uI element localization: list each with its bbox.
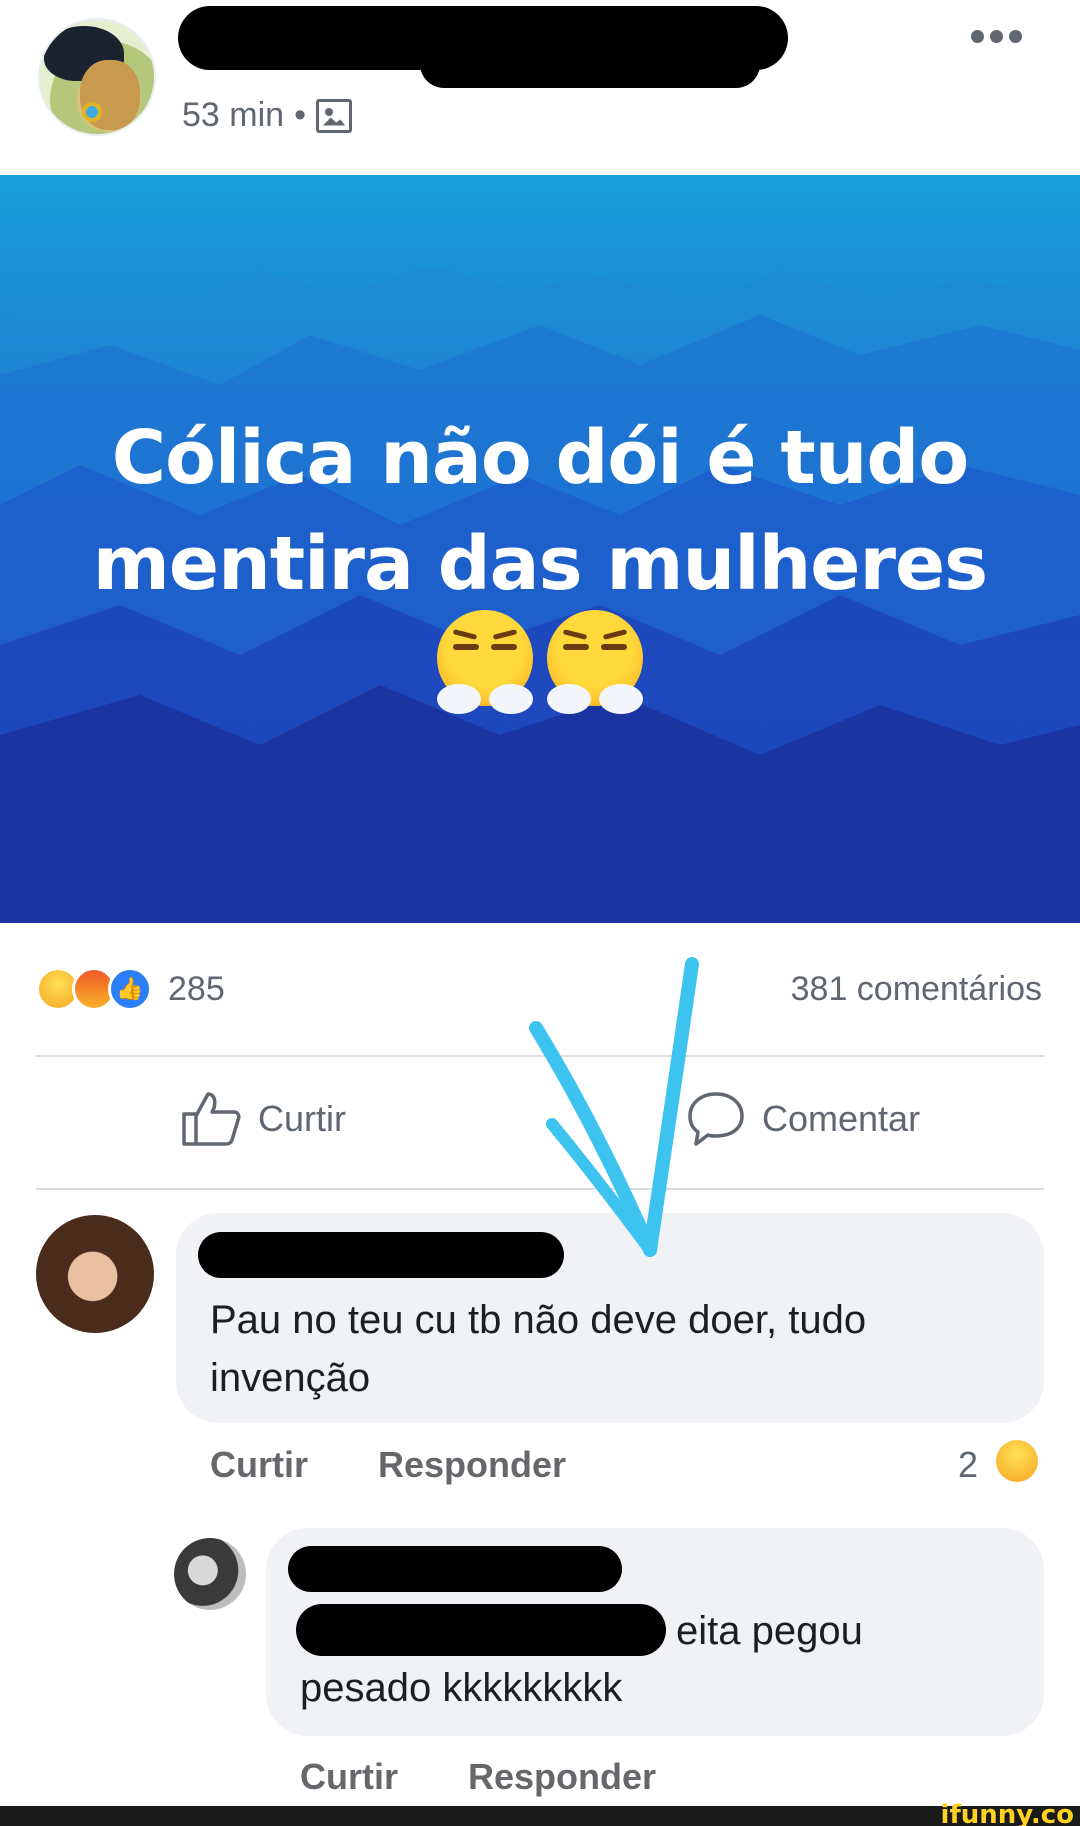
- steam-nose-emoji-icon: [437, 610, 533, 714]
- like-button[interactable]: Curtir: [180, 1090, 346, 1148]
- author-avatar[interactable]: [38, 18, 156, 136]
- comment-button-label: Comentar: [762, 1098, 921, 1139]
- comment-button[interactable]: Comentar: [686, 1090, 920, 1148]
- reply-avatar[interactable]: [174, 1538, 246, 1610]
- post-meta: 53 min •: [182, 96, 352, 135]
- reaction-summary[interactable]: 👍 285: [36, 967, 225, 1011]
- comment-count[interactable]: 381 comentários: [791, 970, 1042, 1009]
- comment-text-line2: invenção: [210, 1356, 371, 1400]
- commenter-avatar[interactable]: [36, 1215, 154, 1333]
- reaction-count: 285: [168, 969, 225, 1008]
- divider: [36, 1055, 1044, 1057]
- post-time[interactable]: 53 min: [182, 96, 284, 135]
- post-caption-line1: Cólica não dói é tudo: [111, 415, 969, 501]
- comment-reaction-count[interactable]: 2: [958, 1444, 978, 1486]
- reply-like-button[interactable]: Curtir: [300, 1756, 398, 1798]
- footer-bar: [0, 1806, 1080, 1826]
- post-header: 53 min •: [0, 0, 1080, 175]
- comment-text-line1: Pau no teu cu tb não deve doer, tudo: [210, 1298, 867, 1342]
- watermark-logo: ifunny.co: [940, 1800, 1074, 1826]
- reply-reply-button[interactable]: Responder: [468, 1756, 656, 1798]
- post-image[interactable]: Cólica não dói é tudo mentira das mulher…: [0, 175, 1080, 923]
- post-caption: Cólica não dói é tudo mentira das mulher…: [0, 405, 1080, 617]
- post-caption-line2: mentira das mulheres: [92, 521, 988, 607]
- steam-nose-emoji-icon: [547, 610, 643, 714]
- like-reaction-icon: 👍: [108, 967, 152, 1011]
- photo-icon: [315, 98, 352, 133]
- redacted-commenter-name: [198, 1232, 564, 1278]
- reply-text-line2: pesado kkkkkkkkk: [300, 1666, 623, 1710]
- speech-bubble-icon: [688, 1092, 744, 1146]
- reply-text-line1: eita pegou: [676, 1609, 863, 1653]
- emoji-row: [0, 610, 1080, 714]
- redacted-mention: [296, 1604, 666, 1656]
- redacted-author-name-part: [420, 40, 760, 88]
- like-button-label: Curtir: [258, 1098, 346, 1139]
- divider: [36, 1188, 1044, 1190]
- thumbs-up-icon: [182, 1092, 241, 1146]
- comment-text: Pau no teu cu tb não deve doer, tudo inv…: [210, 1291, 866, 1407]
- more-icon[interactable]: [971, 30, 1022, 43]
- redacted-reply-name: [288, 1546, 622, 1592]
- haha-reaction-icon: [996, 1440, 1038, 1482]
- comment-reply-button[interactable]: Responder: [378, 1444, 566, 1486]
- meta-separator: •: [294, 96, 306, 134]
- comment-like-button[interactable]: Curtir: [210, 1444, 308, 1486]
